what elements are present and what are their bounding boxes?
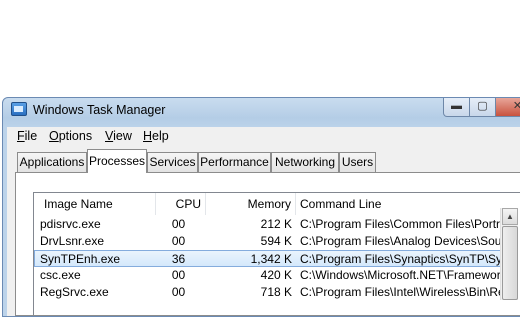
column-cpu[interactable]: CPU bbox=[156, 193, 206, 215]
table-row[interactable]: pdisrvc.exe 00 212 K C:\Program Files\Co… bbox=[34, 216, 516, 233]
title-bar[interactable]: Windows Task Manager ▬ ▢ ✕ bbox=[3, 98, 520, 122]
process-list: Image Name CPU Memory Command Line pdisr… bbox=[33, 192, 520, 315]
cell-cpu: 00 bbox=[171, 217, 186, 231]
task-manager-window: Windows Task Manager ▬ ▢ ✕ File Options … bbox=[2, 97, 520, 317]
tab-applications[interactable]: Applications bbox=[17, 152, 87, 172]
menu-view-accel: V bbox=[105, 129, 114, 143]
scroll-up-arrow-icon[interactable]: ▲ bbox=[502, 208, 518, 225]
menu-options-accel: O bbox=[49, 129, 59, 143]
cell-memory: 594 K bbox=[260, 234, 292, 248]
menu-help[interactable]: Help bbox=[143, 129, 169, 143]
menu-help-accel: H bbox=[143, 129, 153, 143]
scroll-thumb[interactable] bbox=[502, 226, 518, 300]
table-row[interactable]: RegSrvc.exe 00 718 K C:\Program Files\In… bbox=[34, 284, 516, 301]
window-title: Windows Task Manager bbox=[33, 103, 166, 117]
minimize-button[interactable]: ▬ bbox=[443, 98, 470, 117]
tab-networking[interactable]: Networking bbox=[271, 152, 339, 172]
menu-file-accel: F bbox=[17, 129, 25, 143]
tab-services[interactable]: Services bbox=[147, 152, 198, 172]
menu-file[interactable]: File bbox=[17, 129, 37, 143]
cell-memory: 1,342 K bbox=[250, 252, 292, 266]
menu-help-label: elp bbox=[152, 129, 169, 143]
processes-panel: Image Name CPU Memory Command Line pdisr… bbox=[15, 172, 520, 316]
column-memory[interactable]: Memory bbox=[206, 193, 296, 215]
table-row-selected[interactable]: SynTPEnh.exe 36 1,342 K C:\Program Files… bbox=[34, 250, 516, 267]
cell-image-name: RegSrvc.exe bbox=[40, 285, 109, 299]
cell-image-name: pdisrvc.exe bbox=[40, 217, 101, 231]
menu-bar: File Options View Help bbox=[7, 127, 520, 145]
cell-memory: 718 K bbox=[260, 285, 292, 299]
cell-memory: 212 K bbox=[260, 217, 292, 231]
table-row[interactable]: csc.exe 00 420 K C:\Windows\Microsoft.NE… bbox=[34, 267, 516, 284]
menu-options[interactable]: Options bbox=[49, 129, 92, 143]
cell-cpu: 36 bbox=[171, 252, 186, 266]
tab-processes[interactable]: Processes bbox=[87, 149, 147, 173]
cell-image-name: csc.exe bbox=[40, 268, 81, 282]
menu-view-label: iew bbox=[113, 129, 132, 143]
column-image-name[interactable]: Image Name bbox=[34, 193, 156, 215]
cell-command-line: C:\Windows\Microsoft.NET\Framework\v... bbox=[300, 268, 516, 282]
menu-view[interactable]: View bbox=[105, 129, 132, 143]
column-command-line[interactable]: Command Line bbox=[296, 193, 516, 215]
menu-options-label: ptions bbox=[58, 129, 93, 143]
list-header: Image Name CPU Memory Command Line bbox=[34, 193, 520, 215]
cell-command-line: C:\Program Files\Common Files\Portrait .… bbox=[300, 217, 516, 231]
menu-file-label: ile bbox=[24, 129, 38, 143]
cell-image-name: DrvLsnr.exe bbox=[40, 234, 105, 248]
cell-command-line: C:\Program Files\Intel\Wireless\Bin\RegS… bbox=[300, 285, 516, 299]
cell-image-name: SynTPEnh.exe bbox=[40, 252, 121, 266]
tab-users[interactable]: Users bbox=[339, 152, 376, 172]
cell-cpu: 00 bbox=[171, 234, 186, 248]
vertical-scrollbar[interactable]: ▲ bbox=[500, 208, 518, 300]
client-area: Applications Processes Services Performa… bbox=[7, 145, 520, 316]
table-row[interactable]: DrvLsnr.exe 00 594 K C:\Program Files\An… bbox=[34, 233, 516, 250]
tab-performance[interactable]: Performance bbox=[198, 152, 271, 172]
cell-cpu: 00 bbox=[171, 268, 186, 282]
task-manager-app-icon bbox=[11, 102, 27, 116]
maximize-button[interactable]: ▢ bbox=[469, 98, 496, 117]
cell-cpu: 00 bbox=[171, 285, 186, 299]
cell-command-line: C:\Program Files\Analog Devices\Sound... bbox=[300, 234, 516, 248]
cell-command-line: C:\Program Files\Synaptics\SynTP\SynT... bbox=[300, 252, 516, 266]
close-button[interactable]: ✕ bbox=[495, 98, 520, 117]
cell-memory: 420 K bbox=[260, 268, 292, 282]
